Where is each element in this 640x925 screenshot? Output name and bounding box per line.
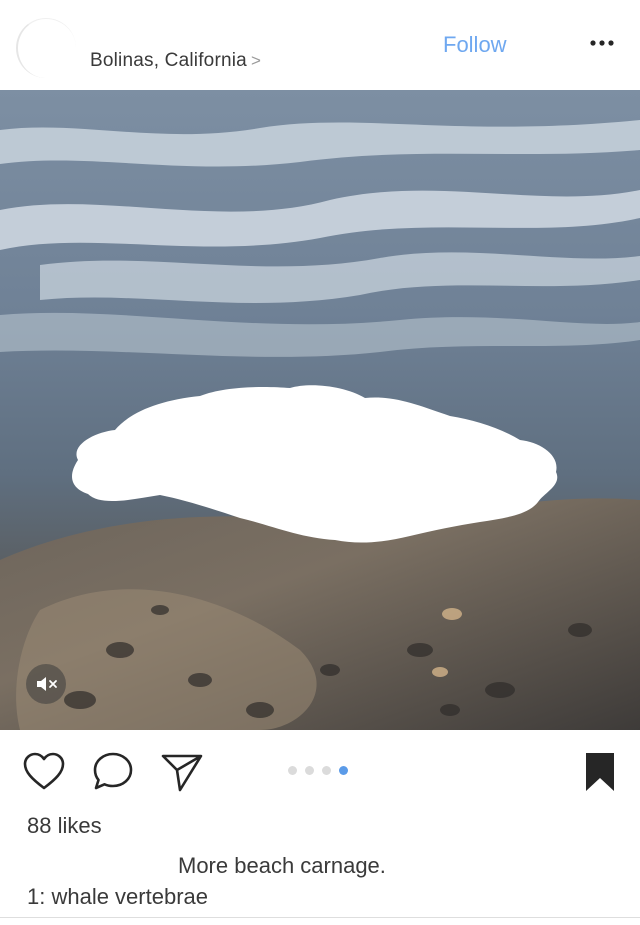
post-header: Bolinas, California > Follow xyxy=(0,0,640,90)
chevron-right-icon: > xyxy=(250,51,262,70)
more-horizontal-icon[interactable] xyxy=(588,36,616,50)
carousel-dot xyxy=(322,766,331,775)
bookmark-icon[interactable] xyxy=(578,750,622,794)
follow-button[interactable]: Follow xyxy=(443,32,507,58)
divider xyxy=(0,917,640,918)
likes-count[interactable]: 88 likes xyxy=(27,813,102,839)
caption-line: More beach carnage. xyxy=(178,853,386,878)
carousel-dot-active xyxy=(339,766,348,775)
beach-video-frame xyxy=(0,90,640,730)
caption-line: 1: whale vertebrae xyxy=(27,884,208,909)
carousel-dot xyxy=(288,766,297,775)
speaker-muted-icon xyxy=(37,677,57,691)
mute-toggle[interactable] xyxy=(26,664,66,704)
carousel-dot xyxy=(305,766,314,775)
location-link[interactable]: Bolinas, California > xyxy=(90,50,261,72)
location-label: Bolinas, California xyxy=(90,50,247,71)
share-icon[interactable] xyxy=(160,750,204,794)
action-bar xyxy=(0,740,640,804)
comment-icon[interactable] xyxy=(91,750,135,794)
post-media[interactable] xyxy=(0,90,640,730)
avatar[interactable] xyxy=(16,18,76,78)
heart-icon[interactable] xyxy=(22,750,66,794)
